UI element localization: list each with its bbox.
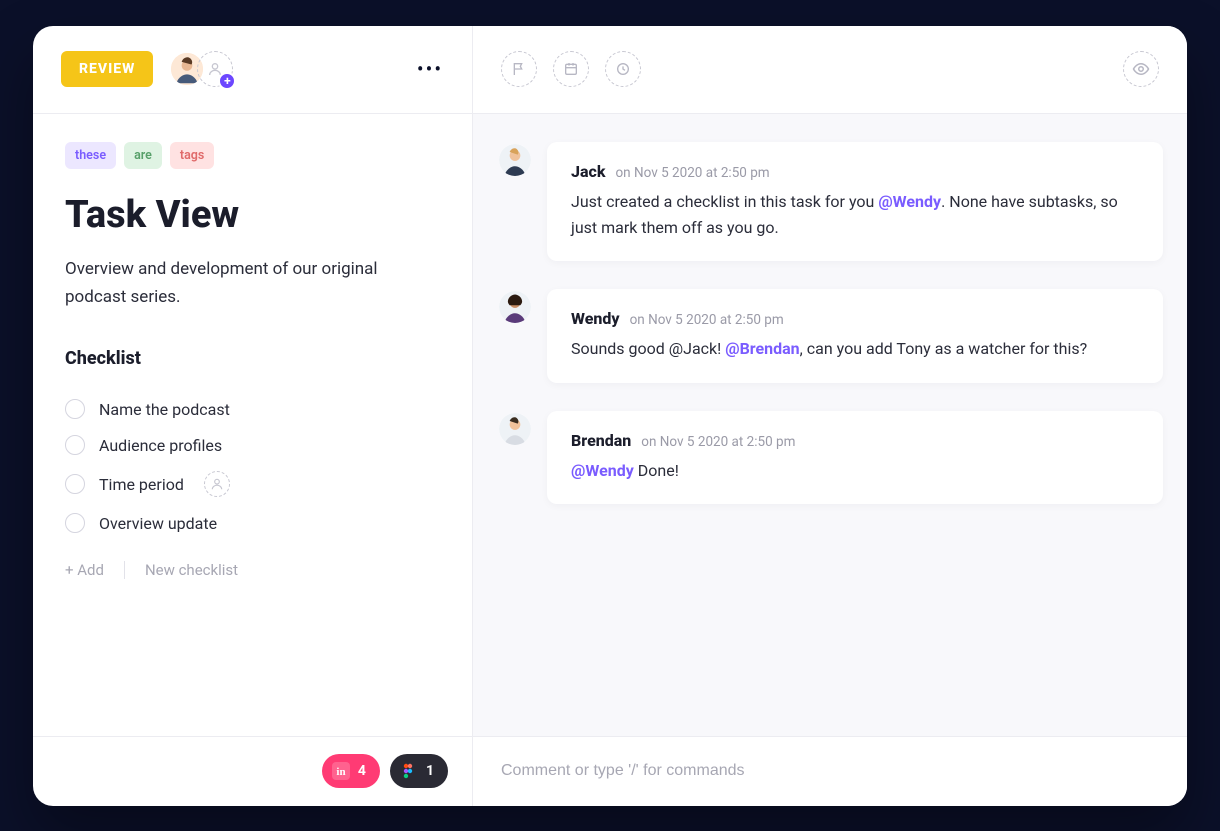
mention[interactable]: @Brendan	[725, 339, 799, 358]
comment-avatar[interactable]	[497, 289, 533, 325]
checklist-item-label: Audience profiles	[99, 436, 222, 455]
mention[interactable]: @Wendy	[571, 461, 634, 480]
add-assignee-button[interactable]: +	[197, 51, 233, 87]
comment-body: @Wendy Done!	[571, 458, 1139, 484]
checklist-item-label: Name the podcast	[99, 400, 230, 419]
comment-author: Wendy	[571, 309, 620, 328]
comment-bubble: Jack on Nov 5 2020 at 2:50 pm Just created…	[547, 142, 1163, 262]
more-menu-button[interactable]: •••	[416, 55, 444, 83]
comment-bubble: Wendy on Nov 5 2020 at 2:50 pm Sounds good…	[547, 289, 1163, 382]
watch-button[interactable]	[1123, 51, 1159, 87]
divider	[124, 561, 125, 579]
comment-avatar[interactable]	[497, 411, 533, 447]
assign-item-button[interactable]	[204, 471, 230, 497]
tag[interactable]: are	[124, 142, 162, 169]
comment-timestamp: on Nov 5 2020 at 2:50 pm	[630, 312, 784, 328]
checkbox-icon[interactable]	[65, 474, 85, 494]
task-details-pane: REVIEW + ••• these are tags Task View Ov…	[33, 26, 473, 806]
add-checklist-item-button[interactable]: + Add	[65, 561, 104, 579]
invision-count: 4	[358, 763, 366, 779]
checkbox-icon[interactable]	[65, 399, 85, 419]
comment-row: Wendy on Nov 5 2020 at 2:50 pm Sounds good…	[497, 289, 1163, 382]
priority-button[interactable]	[501, 51, 537, 87]
invision-chip[interactable]: in 4	[322, 754, 380, 788]
checklist-item[interactable]: Time period	[65, 463, 440, 505]
comment-thread: Jack on Nov 5 2020 at 2:50 pm Just created…	[473, 114, 1187, 736]
comment-bubble: Brendan on Nov 5 2020 at 2:50 pm @Wendy Do…	[547, 411, 1163, 504]
comment-composer	[473, 736, 1187, 806]
comment-timestamp: on Nov 5 2020 at 2:50 pm	[641, 434, 795, 450]
comment-row: Jack on Nov 5 2020 at 2:50 pm Just created…	[497, 142, 1163, 262]
checklist-heading: Checklist	[65, 348, 440, 369]
figma-count: 1	[426, 763, 434, 779]
comment-timestamp: on Nov 5 2020 at 2:50 pm	[615, 165, 769, 181]
task-body: these are tags Task View Overview and de…	[33, 114, 472, 736]
time-button[interactable]	[605, 51, 641, 87]
comment-avatar[interactable]	[497, 142, 533, 178]
task-modal: REVIEW + ••• these are tags Task View Ov…	[33, 26, 1187, 806]
comment-body: Just created a checklist in this task fo…	[571, 189, 1139, 242]
task-title[interactable]: Task View	[65, 193, 440, 237]
comment-author: Brendan	[571, 431, 631, 450]
task-header: REVIEW + •••	[33, 26, 472, 114]
checklist-item[interactable]: Overview update	[65, 505, 440, 541]
mention[interactable]: @Wendy	[878, 192, 941, 211]
svg-text:in: in	[336, 766, 345, 778]
assignee-stack: +	[169, 51, 233, 87]
checklist-item-label: Overview update	[99, 514, 217, 533]
tag-row: these are tags	[65, 142, 440, 169]
task-description[interactable]: Overview and development of our original…	[65, 255, 440, 313]
checklist-actions: + Add New checklist	[65, 561, 440, 579]
invision-icon: in	[332, 762, 350, 780]
comment-row: Brendan on Nov 5 2020 at 2:50 pm @Wendy Do…	[497, 411, 1163, 504]
integration-footer: in 4 1	[33, 736, 472, 806]
tag[interactable]: these	[65, 142, 116, 169]
comment-author: Jack	[571, 162, 605, 181]
comment-body: Sounds good @Jack! @Brendan, can you add…	[571, 336, 1139, 362]
checklist-item[interactable]: Name the podcast	[65, 391, 440, 427]
checklist-item-label: Time period	[99, 475, 184, 494]
date-button[interactable]	[553, 51, 589, 87]
checkbox-icon[interactable]	[65, 513, 85, 533]
checkbox-icon[interactable]	[65, 435, 85, 455]
figma-chip[interactable]: 1	[390, 754, 448, 788]
activity-pane: Jack on Nov 5 2020 at 2:50 pm Just created…	[473, 26, 1187, 806]
checklist-item[interactable]: Audience profiles	[65, 427, 440, 463]
activity-toolbar	[473, 26, 1187, 114]
status-pill[interactable]: REVIEW	[61, 51, 153, 87]
figma-icon	[400, 762, 418, 780]
tag[interactable]: tags	[170, 142, 214, 169]
comment-input[interactable]	[501, 762, 1159, 780]
new-checklist-button[interactable]: New checklist	[145, 561, 238, 579]
plus-icon: +	[218, 72, 236, 90]
